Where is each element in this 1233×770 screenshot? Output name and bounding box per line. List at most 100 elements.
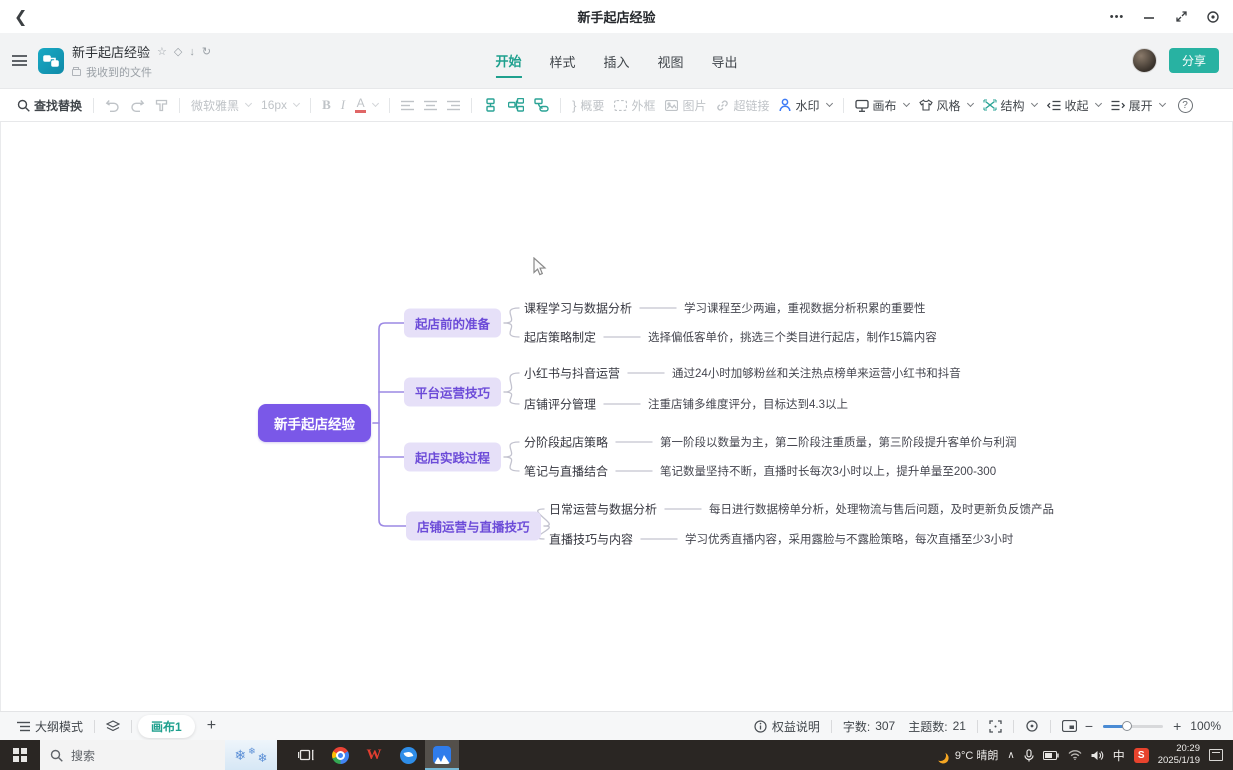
insert-child-topic-icon[interactable]: [508, 98, 524, 112]
hyperlink-button[interactable]: 超链接: [716, 97, 769, 114]
mindmap-topic-node[interactable]: 直播技巧与内容: [549, 531, 633, 548]
sogou-input-icon[interactable]: S: [1134, 748, 1149, 763]
weather-text[interactable]: 9°C 晴朗: [955, 747, 999, 763]
align-left-icon[interactable]: [401, 100, 414, 111]
insert-floating-topic-icon[interactable]: [534, 98, 549, 112]
action-center-icon[interactable]: [1209, 749, 1223, 761]
mindmap-branch-node[interactable]: 起店前的准备: [404, 309, 501, 338]
mindmap-root-node[interactable]: 新手起店经验: [258, 404, 371, 442]
battery-icon[interactable]: [1043, 751, 1059, 760]
frame-button[interactable]: 外框: [614, 97, 655, 114]
mindmap-topic-node[interactable]: 日常运营与数据分析: [549, 501, 657, 518]
format-painter-icon[interactable]: [155, 99, 168, 112]
zoom-out-button[interactable]: −: [1085, 718, 1093, 734]
star-icon[interactable]: ☆: [157, 45, 167, 58]
mindmap-detail-text[interactable]: 学习课程至少两遍，重视数据分析积累的重要性: [684, 300, 926, 316]
italic-button[interactable]: I: [341, 97, 345, 113]
mindmap-canvas[interactable]: 新手起店经验 起店前的准备 课程学习与数据分析 学习课程至少两遍，重视数据分析积累的重…: [0, 122, 1233, 711]
download-icon[interactable]: ↓: [189, 46, 195, 58]
locate-center-button[interactable]: [1025, 719, 1039, 733]
tag-icon[interactable]: ◇: [174, 45, 182, 58]
help-button[interactable]: ?: [1178, 98, 1193, 113]
mindmap-detail-text[interactable]: 学习优秀直播内容，采用露脸与不露脸策略，每次直播至少3小时: [685, 531, 1013, 547]
menu-icon[interactable]: [12, 55, 27, 66]
canvas-button[interactable]: 画布: [855, 97, 909, 114]
minimap-button[interactable]: [1062, 720, 1077, 732]
speaker-icon[interactable]: [1091, 750, 1104, 761]
tab-export[interactable]: 导出: [712, 52, 738, 77]
font-name-select[interactable]: 微软雅黑: [191, 97, 251, 114]
image-button[interactable]: 图片: [665, 97, 706, 114]
canvas-tab[interactable]: 画布1: [138, 715, 195, 738]
zoom-in-button[interactable]: +: [1173, 718, 1181, 734]
tab-insert[interactable]: 插入: [603, 52, 629, 77]
fullscreen-button[interactable]: [989, 720, 1002, 733]
tab-view[interactable]: 视图: [658, 52, 684, 77]
mindmap-topic-node[interactable]: 起店策略制定: [524, 329, 596, 346]
zoom-slider[interactable]: [1103, 725, 1163, 728]
mindmap-branch-node[interactable]: 店铺运营与直播技巧: [406, 512, 541, 541]
align-right-icon[interactable]: [447, 100, 460, 111]
tab-start[interactable]: 开始: [495, 51, 521, 78]
weather-moon-icon[interactable]: [934, 749, 947, 762]
mindmap-branch-node[interactable]: 平台运营技巧: [404, 378, 501, 407]
mindmap-app-icon[interactable]: [425, 740, 459, 770]
tab-style[interactable]: 样式: [549, 52, 575, 77]
insert-subtopic-icon[interactable]: [483, 98, 498, 112]
wps-icon[interactable]: W: [357, 740, 391, 770]
history-icon[interactable]: ↻: [202, 45, 211, 58]
mindmap-detail-text[interactable]: 第一阶段以数量为主，第二阶段注重质量，第三阶段提升客单价与利润: [660, 434, 1017, 450]
mindmap-detail-text[interactable]: 每日进行数据榜单分析，处理物流与售后问题，及时更新负反馈产品: [709, 501, 1054, 517]
font-size-select[interactable]: 16px: [261, 98, 299, 112]
outline-mode-button[interactable]: 大纲模式: [17, 718, 83, 735]
search-icon: [50, 749, 63, 762]
collapse-button[interactable]: 收起: [1047, 97, 1101, 114]
dingtalk-icon[interactable]: [391, 740, 425, 770]
find-replace-button[interactable]: 查找替换: [17, 97, 82, 114]
ime-indicator[interactable]: 中: [1113, 747, 1125, 764]
mindmap-topic-node[interactable]: 笔记与直播结合: [524, 463, 608, 480]
doc-location[interactable]: 我收到的文件: [86, 64, 152, 80]
style-button[interactable]: 风格: [919, 97, 973, 114]
mindmap-topic-node[interactable]: 店铺评分管理: [524, 396, 596, 413]
wifi-icon[interactable]: [1068, 750, 1082, 760]
more-options-icon[interactable]: •••: [1109, 9, 1125, 25]
mindmap-branch-node[interactable]: 起店实践过程: [404, 443, 501, 472]
start-button[interactable]: [0, 740, 40, 770]
app-logo-icon[interactable]: [38, 48, 64, 74]
target-circle-icon[interactable]: [1205, 9, 1221, 25]
taskbar-search-input[interactable]: 搜索: [40, 740, 225, 770]
clock[interactable]: 20:29 2025/1/19: [1158, 743, 1200, 768]
layers-button[interactable]: [106, 720, 120, 733]
minimize-icon[interactable]: [1141, 9, 1157, 25]
add-canvas-button[interactable]: +: [207, 717, 216, 735]
canvas-icon: [855, 99, 869, 112]
chrome-icon[interactable]: [323, 740, 357, 770]
mindmap-topic-node[interactable]: 课程学习与数据分析: [524, 300, 632, 317]
maximize-icon[interactable]: [1173, 9, 1189, 25]
undo-icon[interactable]: [105, 99, 120, 112]
mindmap-detail-text[interactable]: 注重店铺多维度评分，目标达到4.3以上: [648, 396, 848, 412]
avatar[interactable]: [1132, 48, 1157, 73]
align-center-icon[interactable]: [424, 100, 437, 111]
font-color-button[interactable]: A: [355, 97, 378, 113]
weather-widget[interactable]: ❄ ❄ ❄: [225, 740, 277, 770]
tray-expand-chevron[interactable]: ∧: [1007, 750, 1014, 761]
mindmap-topic-node[interactable]: 小红书与抖音运营: [524, 365, 620, 382]
rights-info-button[interactable]: 权益说明: [754, 718, 820, 735]
mindmap-detail-text[interactable]: 通过24小时加够粉丝和关注热点榜单来运营小红书和抖音: [672, 365, 961, 381]
structure-button[interactable]: 结构: [983, 97, 1037, 114]
task-view-button[interactable]: [289, 740, 323, 770]
mindmap-detail-text[interactable]: 笔记数量坚持不断，直播时长每次3小时以上，提升单量至200-300: [660, 463, 996, 479]
redo-icon[interactable]: [130, 99, 145, 112]
mindmap-detail-text[interactable]: 选择偏低客单价，挑选三个类目进行起店，制作15篇内容: [648, 329, 937, 345]
bold-button[interactable]: B: [322, 97, 331, 113]
back-icon[interactable]: ❮: [14, 7, 27, 27]
zoom-slider-thumb[interactable]: [1122, 721, 1132, 731]
watermark-button[interactable]: 水印: [779, 97, 831, 114]
share-button[interactable]: 分享: [1169, 48, 1219, 73]
expand-button[interactable]: 展开: [1111, 97, 1165, 114]
microphone-icon[interactable]: [1024, 749, 1034, 762]
summary-button[interactable]: }概要: [572, 97, 604, 114]
mindmap-topic-node[interactable]: 分阶段起店策略: [524, 434, 608, 451]
